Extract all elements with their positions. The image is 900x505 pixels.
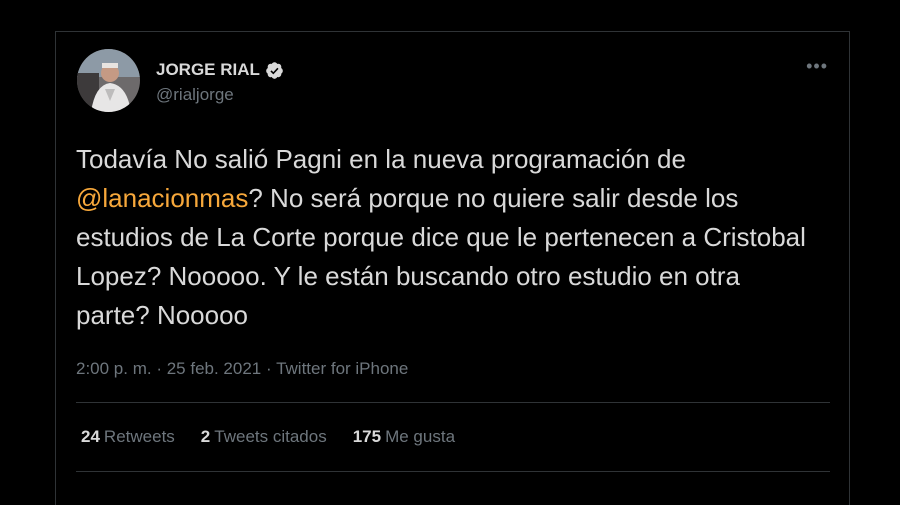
divider-top	[76, 402, 830, 403]
likes-count: 175	[352, 427, 382, 446]
retweets-stat[interactable]: 24 Retweets	[81, 427, 175, 447]
likes-label: Me gusta	[385, 427, 456, 446]
likes-stat[interactable]: 175 Me gusta	[353, 427, 455, 447]
avatar[interactable]	[77, 49, 140, 112]
author-name[interactable]: JORGE RIAL	[156, 60, 284, 80]
tweet-meta: 2:00 p. m. · 25 feb. 2021 · Twitter for …	[76, 359, 408, 379]
avatar-photo	[77, 49, 140, 112]
retweets-count: 24	[81, 427, 100, 446]
verified-badge-icon	[266, 61, 283, 79]
more-options-icon[interactable]: •••	[806, 56, 828, 77]
tweet-date-link[interactable]: 25 feb. 2021	[167, 359, 262, 378]
tweet-source-link[interactable]: Twitter for iPhone	[276, 359, 408, 378]
tweet-stats: 24 Retweets 2 Tweets citados 175 Me gusta	[81, 427, 455, 447]
meta-separator-2: ·	[261, 359, 277, 378]
mention-link[interactable]: @lanacionmas	[76, 183, 248, 213]
retweets-label: Retweets	[103, 427, 175, 446]
author-handle[interactable]: @rialjorge	[156, 85, 234, 105]
quotes-stat[interactable]: 2 Tweets citados	[201, 427, 327, 447]
author-name-label: JORGE RIAL	[156, 60, 260, 79]
tweet-card: JORGE RIAL @rialjorge ••• Todavía No sal…	[55, 31, 850, 505]
divider-bottom	[76, 471, 830, 472]
tweet-text: Todavía No salió Pagni en la nueva progr…	[76, 140, 816, 335]
meta-separator-1: ·	[151, 359, 167, 378]
quotes-count: 2	[200, 427, 211, 446]
quotes-label: Tweets citados	[214, 427, 327, 446]
tweet-time-link[interactable]: 2:00 p. m.	[76, 359, 152, 378]
tweet-text-part-1: Todavía No salió Pagni en la nueva progr…	[76, 144, 686, 174]
